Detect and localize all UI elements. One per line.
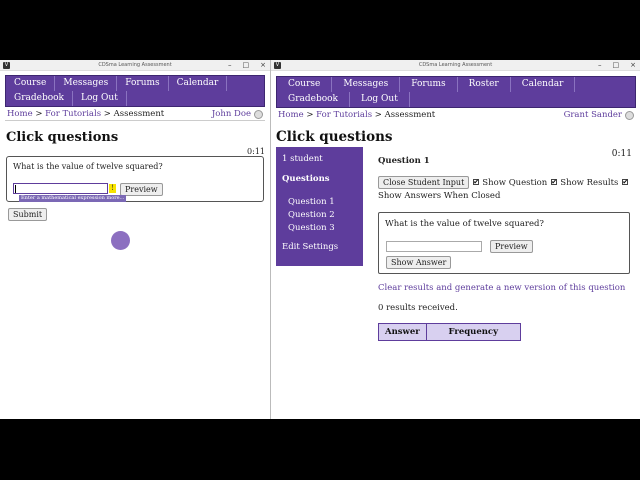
breadcrumb-current: Assessment xyxy=(113,109,165,119)
nav-roster[interactable]: Roster xyxy=(458,77,511,92)
main-nav: Course Messages Forums Calendar Gradeboo… xyxy=(5,75,265,107)
side-menu-questions-heading: Questions xyxy=(282,174,330,184)
frequency-table: Answer Frequency xyxy=(378,323,521,341)
nav-gradebook[interactable]: Gradebook xyxy=(277,92,350,107)
page-title: Click questions xyxy=(276,129,393,145)
breadcrumb-home[interactable]: Home xyxy=(278,110,304,120)
breadcrumb-home[interactable]: Home xyxy=(7,109,33,119)
show-results-label: Show Results xyxy=(560,178,619,188)
side-menu-edit-settings[interactable]: Edit Settings xyxy=(282,242,338,252)
input-hint: Enter a mathematical expression more... xyxy=(19,195,127,202)
question-panel: Question 1 Close Student Input Show Quest… xyxy=(378,156,633,341)
results-count: 0 results received. xyxy=(378,303,458,313)
user-name[interactable]: Grant Sander xyxy=(564,110,622,120)
warning-icon: ! xyxy=(109,184,116,193)
window-title: CDSma Learning Assessment xyxy=(418,62,493,68)
preview-question-text: What is the value of twelve squared? xyxy=(385,219,544,229)
maximize-icon[interactable]: □ xyxy=(243,61,250,69)
preview-answer-input[interactable] xyxy=(386,241,482,252)
control-row: Close Student Input Show Question Show Res… xyxy=(378,176,633,203)
user-name[interactable]: John Doe xyxy=(212,109,251,119)
breadcrumb-sep: > xyxy=(101,109,114,119)
side-menu-students[interactable]: 1 student xyxy=(282,154,323,164)
breadcrumb-tutorials[interactable]: For Tutorials xyxy=(45,109,101,119)
nav-forums[interactable]: Forums xyxy=(117,76,169,91)
nav-calendar[interactable]: Calendar xyxy=(511,77,576,92)
breadcrumb-sep: > xyxy=(32,109,46,119)
minimize-icon[interactable]: – xyxy=(228,61,232,69)
show-answers-checkbox[interactable] xyxy=(622,176,629,189)
mouse-cursor-indicator xyxy=(111,231,130,250)
breadcrumb-current: Assessment xyxy=(384,110,436,120)
nav-messages[interactable]: Messages xyxy=(55,76,118,91)
left-titlebar: V CDSma Learning Assessment – □ × xyxy=(0,60,270,71)
breadcrumb: Home > For Tutorials > Assessment John D… xyxy=(5,108,265,121)
show-answers-label: Show Answers When Closed xyxy=(378,191,501,201)
frequency-column-header: Frequency xyxy=(425,323,521,341)
question-text: What is the value of twelve squared? xyxy=(13,162,163,171)
clear-results-link[interactable]: Clear results and generate a new version… xyxy=(378,283,633,293)
side-menu-question-1[interactable]: Question 1 xyxy=(288,197,335,207)
breadcrumb-sep: > xyxy=(303,110,317,120)
side-menu-question-2[interactable]: Question 2 xyxy=(288,210,335,220)
nav-course[interactable]: Course xyxy=(277,77,333,92)
nav-logout[interactable]: Log Out xyxy=(350,92,410,107)
question-heading: Question 1 xyxy=(378,156,430,166)
settings-icon[interactable] xyxy=(625,110,634,120)
breadcrumb: Home > For Tutorials > Assessment Grant … xyxy=(276,109,636,121)
timer: 0:11 xyxy=(247,147,265,156)
submit-button[interactable]: Submit xyxy=(8,208,48,221)
close-icon[interactable]: × xyxy=(630,61,636,69)
nav-course[interactable]: Course xyxy=(6,76,56,91)
question-preview-box: What is the value of twelve squared? Pre… xyxy=(378,212,630,274)
nav-logout[interactable]: Log Out xyxy=(73,91,127,106)
side-menu: 1 student Questions Question 1 Question … xyxy=(276,147,363,266)
breadcrumb-tutorials[interactable]: For Tutorials xyxy=(316,110,372,120)
answer-column-header: Answer xyxy=(378,323,427,341)
nav-gradebook[interactable]: Gradebook xyxy=(6,91,73,106)
right-browser-window: V CDSma Learning Assessment – □ × Course… xyxy=(271,60,640,419)
nav-calendar[interactable]: Calendar xyxy=(169,76,228,91)
right-titlebar: V CDSma Learning Assessment – □ × xyxy=(271,60,640,71)
side-menu-question-3[interactable]: Question 3 xyxy=(288,223,335,233)
breadcrumb-sep: > xyxy=(372,110,385,120)
question-box: What is the value of twelve squared? ! P… xyxy=(6,156,264,202)
close-student-input-button[interactable]: Close Student Input xyxy=(378,176,470,189)
show-results-checkbox[interactable] xyxy=(551,176,558,189)
left-browser-window: V CDSma Learning Assessment – □ × Course… xyxy=(0,60,270,419)
preview-button[interactable]: Preview xyxy=(490,240,533,253)
answer-input[interactable] xyxy=(13,183,108,194)
main-nav: Course Messages Forums Roster Calendar G… xyxy=(276,76,636,108)
close-icon[interactable]: × xyxy=(260,61,266,69)
maximize-icon[interactable]: □ xyxy=(613,61,620,69)
page-title: Click questions xyxy=(6,130,119,145)
minimize-icon[interactable]: – xyxy=(598,61,602,69)
show-question-checkbox[interactable] xyxy=(473,176,480,189)
settings-icon[interactable] xyxy=(254,109,263,119)
preview-button[interactable]: Preview xyxy=(120,183,163,196)
nav-forums[interactable]: Forums xyxy=(400,77,458,92)
nav-messages[interactable]: Messages xyxy=(332,77,401,92)
show-answer-button[interactable]: Show Answer xyxy=(386,256,452,269)
show-question-label: Show Question xyxy=(482,178,548,188)
